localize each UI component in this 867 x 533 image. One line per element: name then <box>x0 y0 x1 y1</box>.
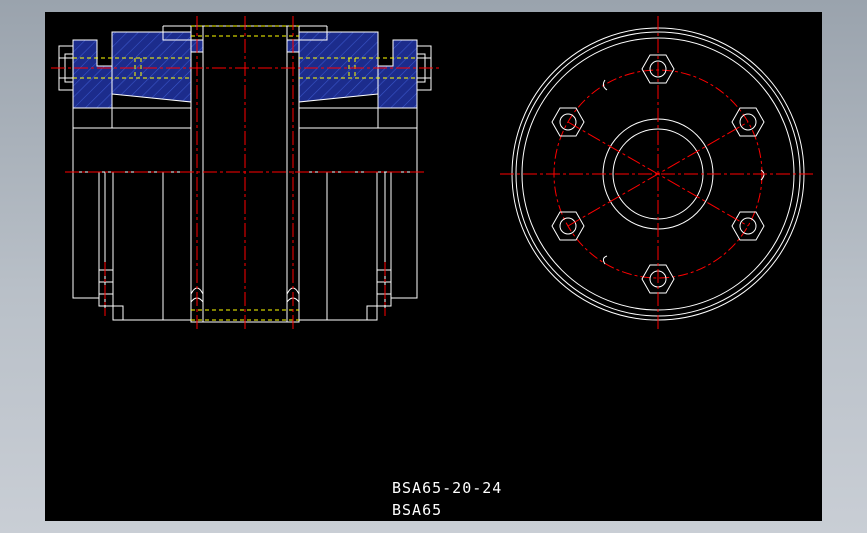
centerlines-front <box>500 16 816 332</box>
centerlines-side <box>51 16 439 330</box>
model-label: BSA65 <box>392 501 443 519</box>
cad-viewport[interactable]: BSA65-20-24 BSA65 <box>45 12 822 521</box>
hatched-section-right <box>286 31 418 109</box>
hatched-section-left <box>72 31 204 109</box>
front-view <box>500 16 816 332</box>
part-number-label: BSA65-20-24 <box>392 479 503 497</box>
cad-drawing <box>51 16 816 332</box>
